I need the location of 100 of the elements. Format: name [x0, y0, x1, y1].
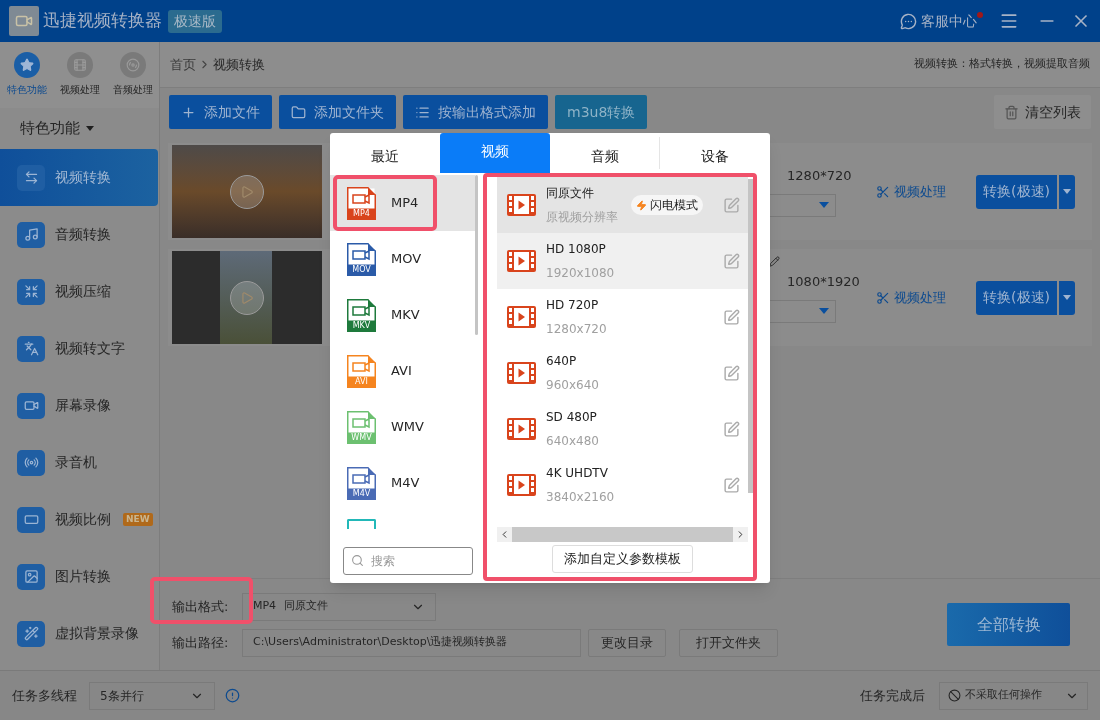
resolution-text: 1280*720 [786, 167, 853, 186]
scissors-icon [876, 184, 891, 199]
mode-icon [13, 52, 40, 78]
format-value: MP4 [253, 598, 277, 615]
feature-icon [17, 563, 45, 590]
support-button[interactable]: 客服中心 [900, 10, 977, 32]
format-file-icon [347, 519, 376, 529]
format-item[interactable]: MOV MOV [330, 231, 475, 287]
caret-icon [1063, 295, 1071, 300]
file-format-icon: MKV [347, 298, 376, 332]
scrollbar[interactable] [475, 175, 478, 335]
convert-button[interactable]: 转换(极速) [976, 280, 1057, 315]
nav-item[interactable]: 视频比例 NEW [0, 491, 159, 548]
convert-all-button[interactable]: 全部转换 [947, 603, 1070, 646]
preset-name: HD 1080P [546, 241, 607, 258]
nav-item[interactable]: 视频压缩 [0, 263, 159, 320]
scrollbar[interactable] [748, 179, 753, 493]
add-custom-template-button[interactable]: 添加自定义参数模板 [552, 545, 693, 573]
preset-detail: 1280x720 [546, 321, 608, 338]
flash-mode-badge: 闪电模式 [631, 195, 703, 215]
feature-icon [17, 278, 45, 305]
scissors-icon [876, 290, 891, 305]
format-tab[interactable]: 视频 [440, 133, 550, 173]
nav-item[interactable]: 音频转换 [0, 206, 159, 263]
format-item[interactable]: AVI AVI [330, 343, 475, 399]
convert-options-button[interactable] [1059, 280, 1075, 315]
format-tab[interactable]: 最近 [330, 133, 440, 173]
edit-icon[interactable] [723, 308, 740, 326]
after-task-label: 任务完成后 [860, 686, 925, 705]
nav-item[interactable]: 视频转换 [0, 149, 158, 206]
info-icon[interactable] [225, 688, 240, 703]
list-icon [415, 104, 430, 120]
nav-item[interactable]: 虚拟背景录像 [0, 605, 159, 662]
preset-item[interactable]: HD 1080P 1920x1080 [497, 233, 748, 289]
file-format-icon: MP4 [347, 186, 376, 220]
trash-icon [1004, 104, 1019, 120]
edit-icon[interactable] [723, 420, 740, 438]
clear-list-button[interactable]: 清空列表 [994, 95, 1091, 129]
preset-item[interactable]: 4K UHDTV 3840x2160 [497, 457, 748, 513]
search-icon [351, 554, 364, 567]
edit-icon[interactable] [723, 252, 740, 270]
format-tab[interactable]: 音频 [550, 137, 660, 169]
search-field[interactable]: 搜索 [343, 547, 473, 575]
video-edit-link[interactable]: 视频处理 [876, 287, 977, 308]
feature-icon [17, 620, 45, 647]
caret-icon [86, 126, 94, 131]
open-folder-button[interactable]: 打开文件夹 [679, 628, 778, 657]
format-select[interactable]: MP4 同原文件 [242, 592, 436, 621]
toolbar-button[interactable]: 添加文件 [169, 95, 272, 129]
lightning-icon [636, 199, 647, 211]
mode-tab[interactable]: 特色功能 [6, 52, 47, 97]
edit-icon[interactable] [723, 196, 740, 214]
mode-tab[interactable]: 视频处理 [59, 52, 100, 97]
section-dropdown[interactable]: 特色功能 [0, 108, 159, 149]
preset-item[interactable]: 同原文件 原视频分辨率 闪电模式 [497, 177, 748, 233]
change-directory-button[interactable]: 更改目录 [588, 628, 666, 657]
feature-icon [17, 392, 45, 419]
nav-item[interactable]: 视频转文字 [0, 320, 159, 377]
preset-detail: 3840x2160 [546, 489, 616, 506]
path-field[interactable]: C:\Users\Administrator\Desktop\迅捷视频转换器 [242, 628, 581, 657]
breadcrumb-link[interactable]: 首页 [170, 54, 196, 75]
convert-options-button[interactable] [1059, 174, 1075, 209]
feature-icon [17, 335, 45, 362]
preset-detail: 1920x1080 [546, 265, 616, 282]
folder-icon [291, 104, 306, 120]
feature-icon [17, 449, 45, 476]
format-item[interactable]: WMV WMV [330, 399, 475, 455]
preset-item[interactable]: 640P 960x640 [497, 345, 748, 401]
file-format-icon: M4V [347, 466, 376, 500]
mode-tab[interactable]: 音频处理 [112, 52, 153, 97]
preset-item[interactable]: SD 480P 640x480 [497, 401, 748, 457]
output-format-label: 输出格式: [172, 597, 230, 616]
nav-item[interactable]: 图片转换 [0, 548, 159, 605]
preset-detail: 原视频分辨率 [546, 209, 619, 226]
caret-icon [819, 308, 830, 315]
convert-button[interactable]: 转换(极速) [976, 174, 1057, 209]
play-icon[interactable] [230, 174, 264, 209]
preset-name: 640P [546, 353, 578, 370]
menu-icon[interactable] [999, 11, 1019, 31]
preset-name: 4K UHDTV [546, 465, 609, 482]
format-item[interactable]: M4V M4V [330, 455, 475, 511]
edit-icon[interactable] [723, 364, 740, 382]
horizontal-scrollbar[interactable] [497, 527, 748, 542]
edit-icon[interactable] [723, 476, 740, 494]
video-edit-link[interactable]: 视频处理 [876, 181, 977, 202]
after-task-select[interactable]: 不采取任何操作 [939, 681, 1088, 710]
app-logo-icon [9, 6, 39, 36]
plus-icon [181, 104, 196, 120]
threads-select[interactable]: 5条并行 [89, 681, 215, 710]
toolbar-button[interactable]: 添加文件夹 [279, 95, 396, 129]
format-item[interactable]: MP4 MP4 [330, 175, 475, 231]
play-icon[interactable] [230, 280, 264, 315]
preset-item[interactable]: HD 720P 1280x720 [497, 289, 748, 345]
preset-name: SD 480P [546, 409, 598, 426]
nav-item[interactable]: 录音机 [0, 434, 159, 491]
format-item[interactable]: MKV MKV [330, 287, 475, 343]
toolbar-button[interactable]: 按输出格式添加 [403, 95, 548, 129]
nav-item[interactable]: 屏幕录像 [0, 377, 159, 434]
format-tab[interactable]: 设备 [660, 133, 770, 173]
toolbar-button[interactable]: m3u8转换 [555, 95, 648, 129]
